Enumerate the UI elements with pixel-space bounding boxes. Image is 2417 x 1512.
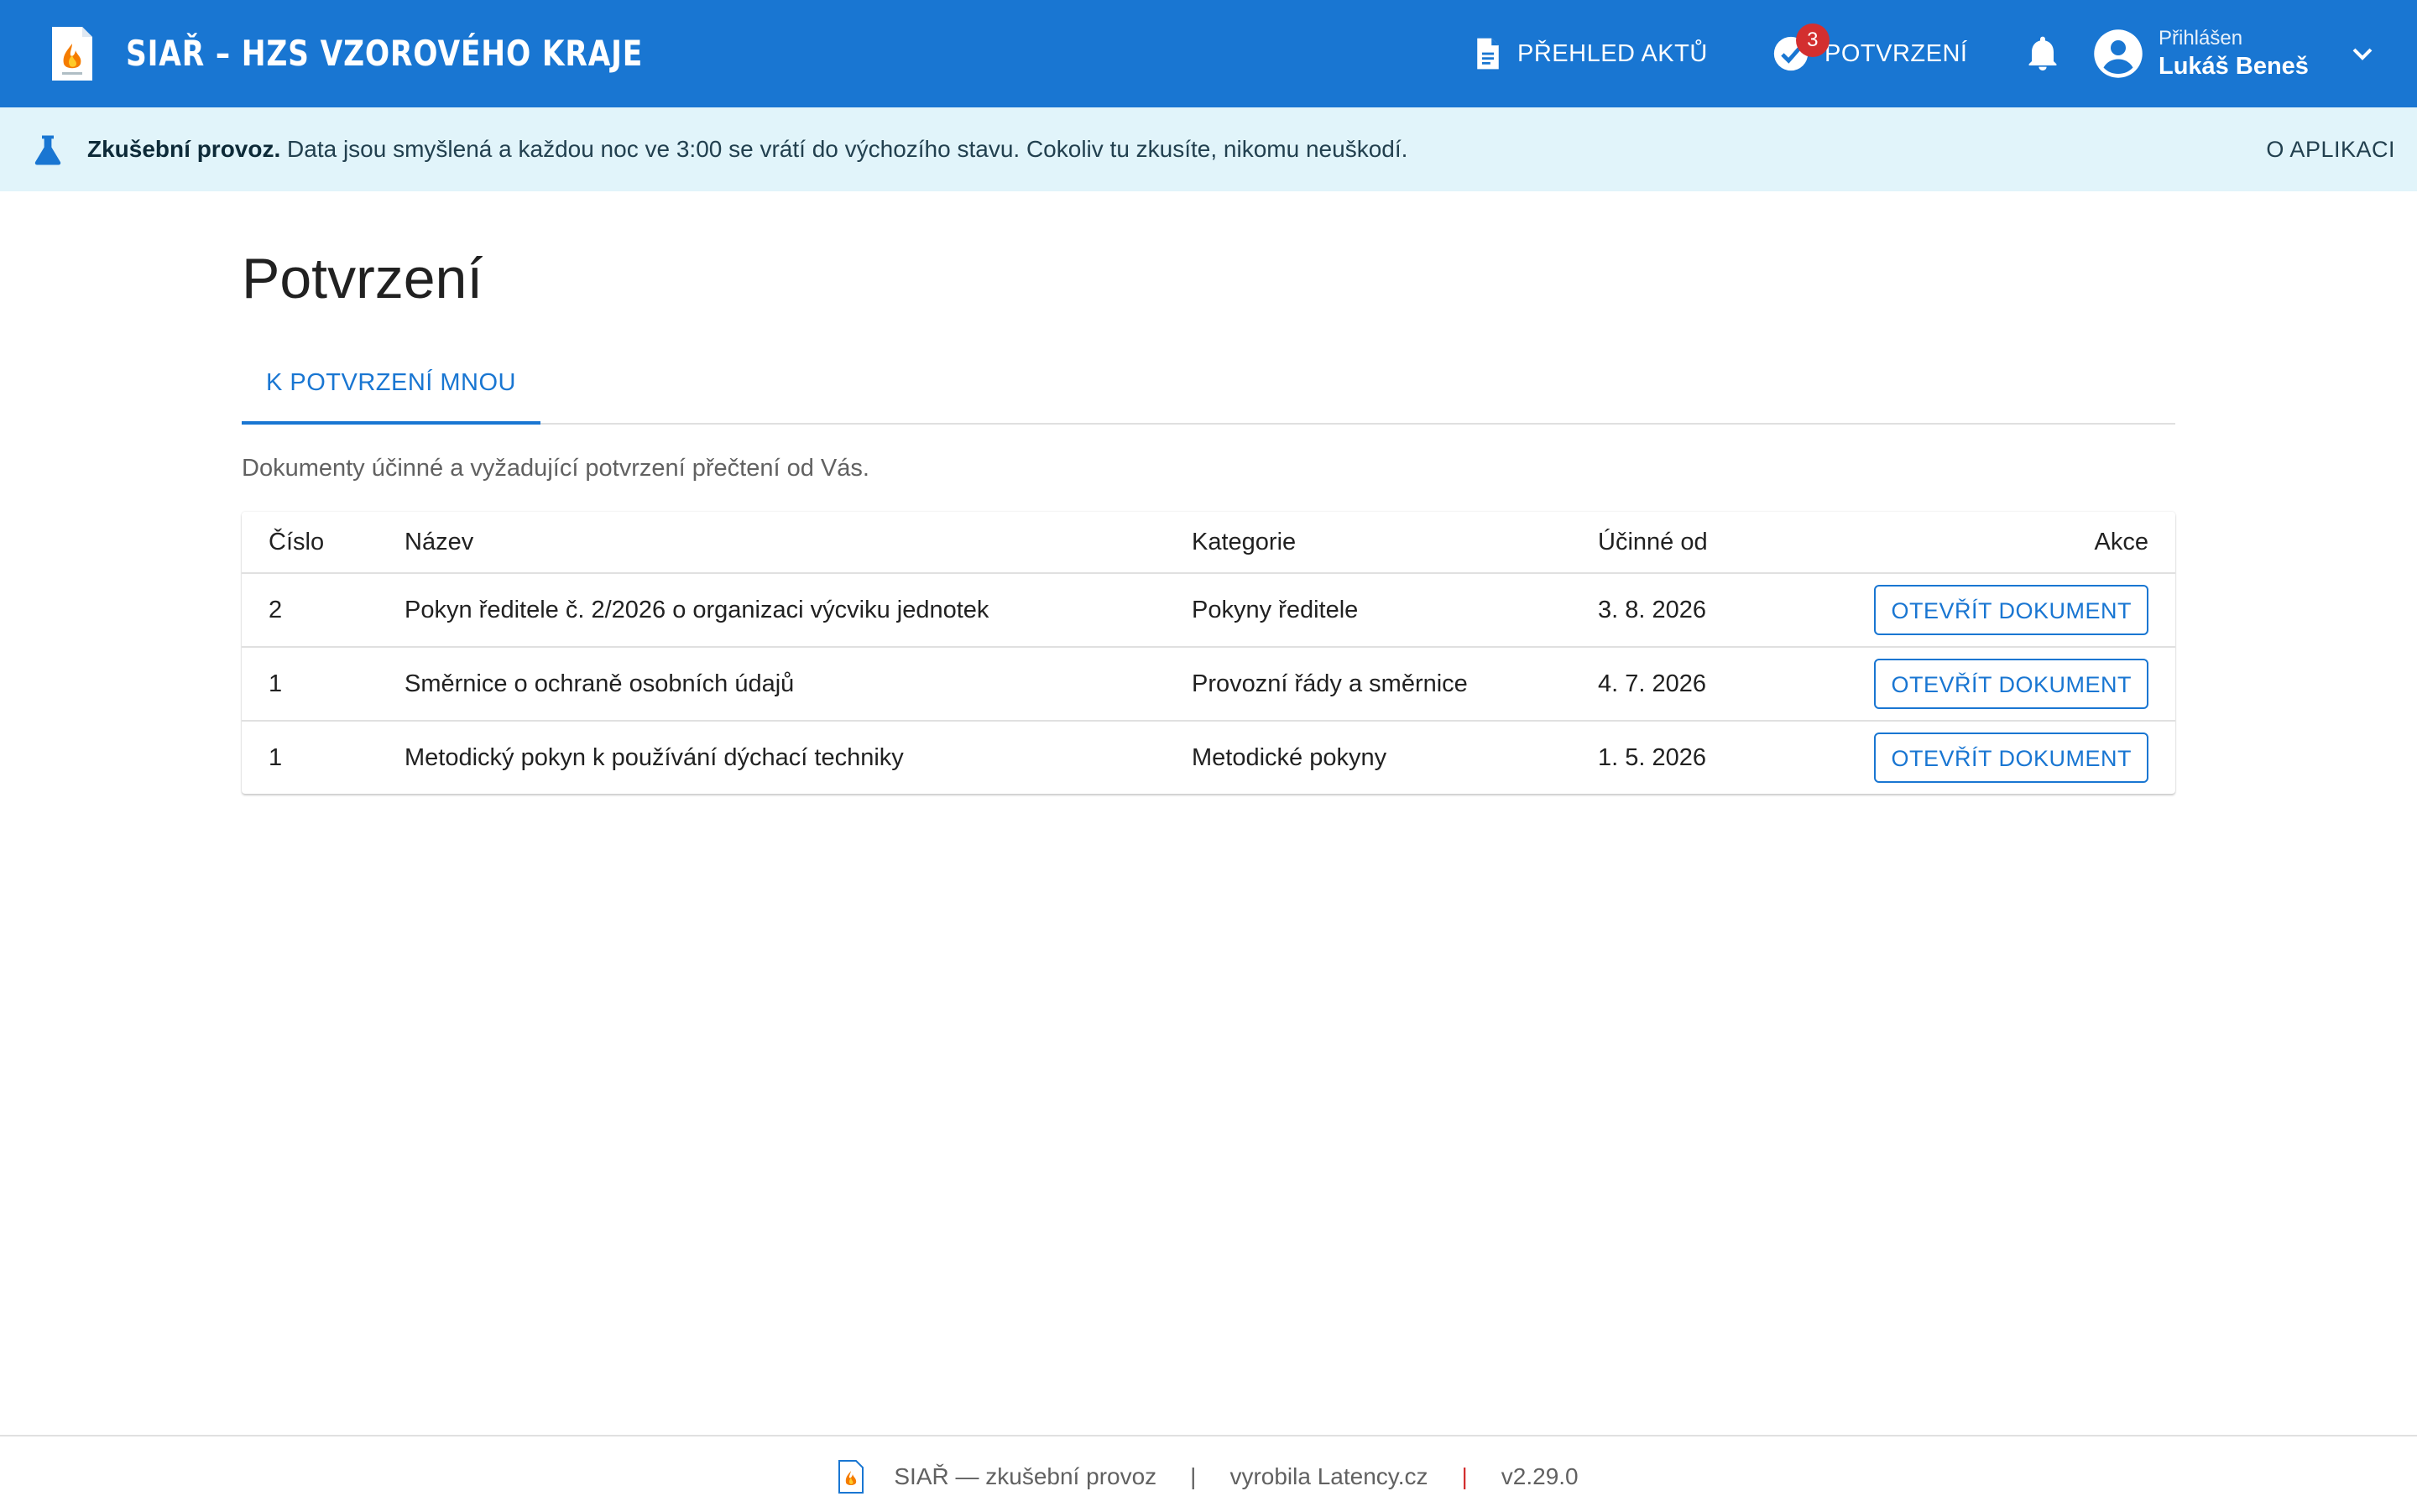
fire-document-icon [838,1460,864,1494]
col-header-name[interactable]: Název [405,512,1192,574]
about-app-link[interactable]: O APLIKACI [2266,133,2395,165]
open-document-button[interactable]: OTEVŘÍT DOKUMENT [1874,733,2148,783]
banner-strong: Zkušební provoz. [87,136,281,162]
col-header-effective[interactable]: Účinné od [1598,512,1858,574]
footer-app: SIAŘ — zkušební provoz [894,1463,1157,1489]
user-label: Přihlášen [2159,27,2243,50]
cell-category: Provozní řády a směrnice [1192,647,1598,722]
documents-table: Číslo Název Kategorie Účinné od Akce 2 P… [242,512,2175,794]
cell-number: 1 [269,743,283,771]
tab-bar: K POTVRZENÍ MNOU [242,352,2175,425]
user-menu[interactable]: Přihlášen Lukáš Beneš [2093,22,2379,86]
app-bar: SIAŘ – HZS VZOROVÉHO KRAJE PŘEHLED AKTŮ … [0,0,2417,107]
cell-effective: 4. 7. 2026 [1598,647,1858,722]
col-header-number[interactable]: Číslo [242,512,405,574]
cell-action: OTEVŘÍT DOKUMENT [1858,573,2175,648]
notification-badge: 3 [1796,23,1830,57]
cell-category: Pokyny ředitele [1192,573,1598,648]
user-meta: Přihlášen Lukáš Beneš [2159,26,2309,81]
document-icon [1477,38,1499,70]
cell-number: 2 [242,573,405,648]
cell-number: 1 [242,647,405,722]
cell-action: OTEVŘÍT DOKUMENT [1858,721,2175,794]
banner-message: Data jsou smyšlená a každou noc ve 3:00 … [287,136,1408,162]
cell-effective: 1. 5. 2026 [1598,743,1706,771]
cell-category: Metodické pokyny [1192,743,1387,771]
footer-maker-link[interactable]: vyrobila Latency.cz [1229,1463,1428,1490]
cell-action: OTEVŘÍT DOKUMENT [1858,647,2175,722]
cell-effective: 3. 8. 2026 [1598,573,1858,648]
app-title[interactable]: SIAŘ – HZS VZOROVÉHO KRAJE [126,30,643,77]
page-subtitle: Dokumenty účinné a vyžadující potvrzení … [242,455,869,482]
footer: SIAŘ — zkušební provoz | vyrobila Latenc… [0,1435,2417,1512]
footer-version: v2.29.0 [1501,1463,1579,1489]
table-row: 2 Pokyn ředitele č. 2/2026 o organizaci … [242,573,2175,648]
nav-potvrzeni[interactable]: 3 POTVRZENÍ [1772,23,1968,79]
user-name: Lukáš Beneš [2159,53,2309,80]
fire-document-icon[interactable] [50,25,94,82]
table-row: 1 Směrnice o ochraně osobních údajů Prov… [242,647,2175,722]
open-document-button[interactable]: OTEVŘÍT DOKUMENT [1874,659,2148,709]
chevron-down-icon[interactable] [2346,37,2379,70]
banner-text: Zkušební provoz. Data jsou smyšlená a ka… [87,133,1407,165]
account-circle-icon [2094,29,2143,78]
footer-separator: | [1190,1463,1197,1489]
bell-icon[interactable] [2023,34,2063,74]
footer-content: SIAŘ — zkušební provoz | vyrobila Latenc… [0,1460,2417,1494]
footer-separator: | [1461,1463,1468,1489]
nav-potvrzeni-label: POTVRZENÍ [1824,39,1968,67]
nav-prehled-aktu-label: PŘEHLED AKTŮ [1517,39,1708,67]
open-document-button[interactable]: OTEVŘÍT DOKUMENT [1874,585,2148,635]
nav-prehled-aktu[interactable]: PŘEHLED AKTŮ [1474,29,1708,79]
flask-icon [34,135,61,165]
potvrzeni-icon-wrap: 3 [1772,23,1830,72]
cell-name: Pokyn ředitele č. 2/2026 o organizaci vý… [405,573,1192,648]
col-header-category[interactable]: Kategorie [1192,512,1598,574]
page-title: Potvrzení [242,247,483,310]
cell-name: Směrnice o ochraně osobních údajů [405,647,1192,722]
trial-banner: Zkušební provoz. Data jsou smyšlená a ka… [0,107,2417,191]
col-header-action: Akce [1858,512,2175,574]
cell-name: Metodický pokyn k používání dýchací tech… [405,743,904,771]
table-header-row: Číslo Název Kategorie Účinné od Akce [242,512,2175,574]
table-row: 1 Metodický pokyn k používání dýchací te… [242,721,2175,794]
tab-k-potvrzeni-mnou[interactable]: K POTVRZENÍ MNOU [242,352,540,425]
